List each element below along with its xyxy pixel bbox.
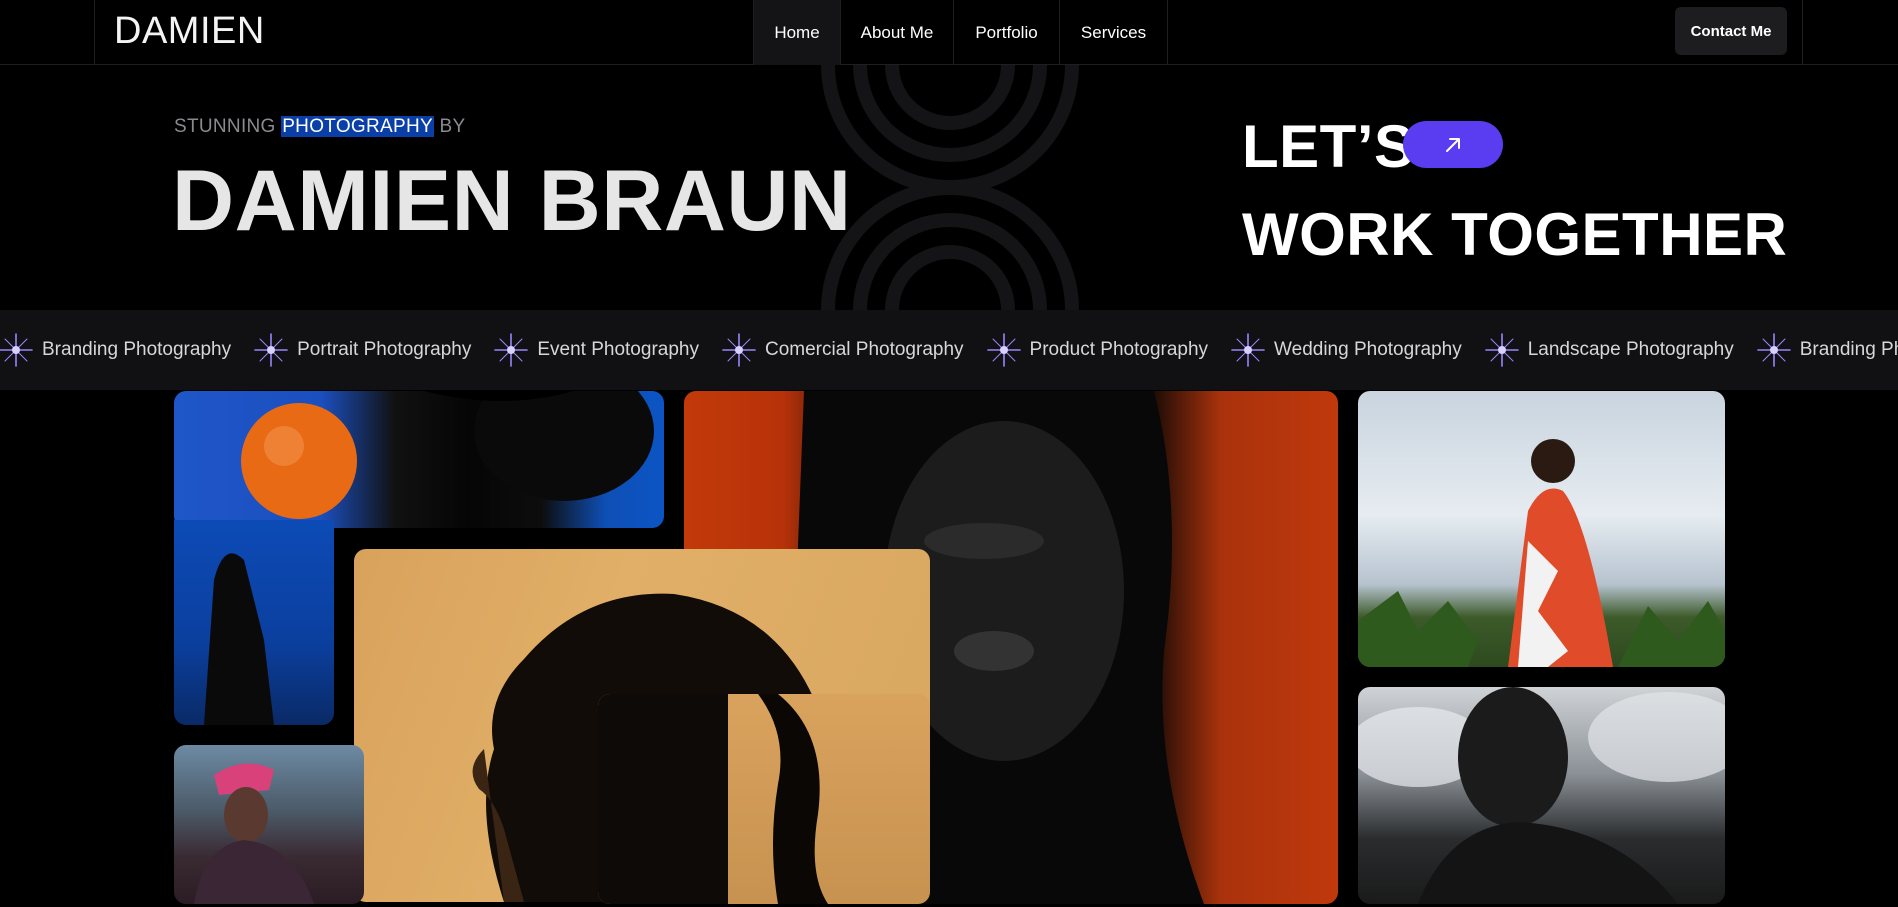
marquee-item-label: Branding Photography: [42, 339, 232, 360]
arrow-up-right-icon: [1446, 137, 1460, 152]
marquee-item: Wedding Photography: [1224, 332, 1478, 368]
marquee-item: Branding Photography: [1750, 332, 1898, 368]
marquee-item-label: Landscape Photography: [1527, 339, 1734, 360]
marquee-item: Branding Photography: [0, 332, 247, 368]
sparkle-star-icon: [1484, 333, 1519, 367]
concentric-circles-decoration: [821, 65, 1079, 310]
nav-item-portfolio[interactable]: Portfolio: [954, 0, 1060, 65]
site-logo[interactable]: DAMIEN: [114, 10, 265, 53]
sparkle-star-icon: [254, 333, 288, 367]
marquee-item-label: Wedding Photography: [1274, 339, 1462, 360]
marquee-item: Product Photography: [980, 332, 1225, 368]
marquee-item-label: Portrait Photography: [297, 339, 472, 360]
hero-title: DAMIEN BRAUN: [172, 153, 852, 249]
photo-pink-headscarf-portrait[interactable]: [174, 745, 364, 904]
photo-field-woman-portrait[interactable]: [1358, 391, 1725, 667]
nav-divider: [1802, 0, 1803, 65]
top-navbar: DAMIEN Home About Me Portfolio Services …: [0, 0, 1898, 65]
photo-raised-hand-detail[interactable]: [174, 520, 334, 725]
marquee-item-label: Event Photography: [537, 339, 699, 360]
marquee-item: Comercial Photography: [715, 332, 980, 368]
eyebrow-text-end: BY: [433, 116, 466, 137]
sparkle-star-icon: [0, 333, 33, 367]
services-marquee: Branding Photography Portrait Photography…: [0, 310, 1898, 390]
photo-orange-hand-portrait[interactable]: [174, 391, 664, 528]
cta-heading-line1: LET’S: [1242, 113, 1415, 180]
lets-work-arrow-button[interactable]: [1403, 121, 1503, 168]
marquee-item-label: Branding Photography: [1799, 339, 1898, 360]
main-menu: Home About Me Portfolio Services: [753, 0, 1168, 65]
eyebrow-text-start: STUNNING: [174, 116, 282, 137]
sparkle-star-icon: [1756, 333, 1791, 367]
sparkle-star-icon: [1231, 333, 1265, 367]
nav-divider: [94, 0, 95, 65]
nav-item-home[interactable]: Home: [754, 0, 841, 65]
marquee-item: Event Photography: [487, 332, 715, 368]
sparkle-star-icon: [722, 333, 756, 367]
nav-item-services[interactable]: Services: [1060, 0, 1167, 65]
nav-item-about-me[interactable]: About Me: [841, 0, 954, 65]
marquee-item: Landscape Photography: [1478, 332, 1750, 368]
marquee-item-label: Product Photography: [1029, 339, 1209, 360]
cta-heading-line2: WORK TOGETHER: [1242, 201, 1788, 268]
contact-me-button[interactable]: Contact Me: [1675, 7, 1787, 55]
sparkle-star-icon: [986, 333, 1021, 367]
sparkle-star-icon: [494, 333, 529, 367]
marquee-item: Portrait Photography: [247, 332, 487, 368]
eyebrow-selected-text: PHOTOGRAPHY: [281, 116, 434, 137]
photo-sky-man-portrait[interactable]: [1358, 687, 1725, 904]
marquee-item-label: Comercial Photography: [764, 339, 964, 360]
photo-braid-detail[interactable]: [598, 694, 930, 904]
hero-eyebrow: STUNNING PHOTOGRAPHY BY: [174, 116, 466, 138]
marquee-track: Branding Photography Portrait Photography…: [0, 310, 1898, 390]
